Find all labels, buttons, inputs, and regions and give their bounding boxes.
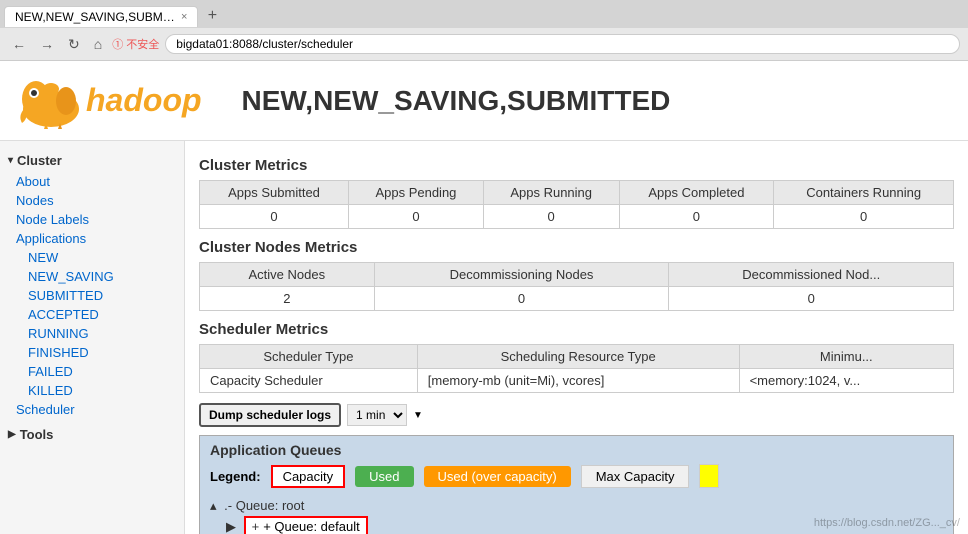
- col-apps-pending: Apps Pending: [349, 181, 484, 205]
- col-decommissioning-nodes: Decommissioning Nodes: [374, 263, 669, 287]
- table-row: 0 0 0 0 0: [200, 205, 954, 229]
- dump-area: Dump scheduler logs 1 min ▼: [199, 403, 954, 427]
- active-tab[interactable]: NEW,NEW_SAVING,SUBMITTI... ×: [4, 6, 198, 27]
- queue-default-arrow-icon[interactable]: ▶: [226, 519, 236, 534]
- queue-root-label: .- Queue: root: [224, 498, 304, 513]
- legend-used-over-capacity: Used (over capacity): [424, 466, 571, 487]
- cluster-section: ▾ Cluster About Nodes Node Labels Applic…: [0, 149, 184, 419]
- main-content: Cluster Metrics Apps Submitted Apps Pend…: [185, 141, 968, 534]
- scheduler-metrics-title: Scheduler Metrics: [199, 321, 954, 338]
- tools-label: Tools: [20, 427, 54, 442]
- legend-yellow-indicator: [699, 464, 719, 488]
- val-scheduler-type: Capacity Scheduler: [200, 369, 418, 393]
- col-apps-completed: Apps Completed: [619, 181, 774, 205]
- val-apps-running: 0: [483, 205, 619, 229]
- sidebar-item-nodes[interactable]: Nodes: [0, 191, 184, 210]
- val-scheduling-resource-type: [memory-mb (unit=Mi), vcores]: [417, 369, 739, 393]
- val-containers-running: 0: [774, 205, 954, 229]
- sidebar-item-new[interactable]: NEW: [0, 248, 184, 267]
- app-queues-title: Application Queues: [210, 442, 943, 458]
- logo-area: hadoop: [16, 71, 202, 131]
- app-header: hadoop NEW,NEW_SAVING,SUBMITTED: [0, 61, 968, 141]
- col-containers-running: Containers Running: [774, 181, 954, 205]
- col-decommissioned-nodes: Decommissioned Nod...: [669, 263, 954, 287]
- sidebar-item-killed[interactable]: KILLED: [0, 381, 184, 400]
- tab-bar: NEW,NEW_SAVING,SUBMITTI... × +: [0, 0, 968, 28]
- val-apps-pending: 0: [349, 205, 484, 229]
- cluster-metrics-table: Apps Submitted Apps Pending Apps Running…: [199, 180, 954, 229]
- dump-dropdown-arrow-icon: ▼: [413, 410, 423, 421]
- sidebar-item-running[interactable]: RUNNING: [0, 324, 184, 343]
- forward-button[interactable]: →: [36, 34, 58, 54]
- logo-text: hadoop: [86, 82, 202, 119]
- cluster-arrow-icon: ▾: [8, 155, 13, 166]
- col-scheduling-resource-type: Scheduling Resource Type: [417, 345, 739, 369]
- header-title: NEW,NEW_SAVING,SUBMITTED: [242, 85, 671, 117]
- content-area: ▾ Cluster About Nodes Node Labels Applic…: [0, 141, 968, 534]
- col-scheduler-type: Scheduler Type: [200, 345, 418, 369]
- val-decommissioned-nodes: 0: [669, 287, 954, 311]
- legend-used: Used: [355, 466, 413, 487]
- sidebar-item-accepted[interactable]: ACCEPTED: [0, 305, 184, 324]
- tools-section-header[interactable]: ▶ Tools: [0, 423, 184, 446]
- tools-section: ▶ Tools: [0, 423, 184, 446]
- tab-title: NEW,NEW_SAVING,SUBMITTI...: [15, 10, 175, 24]
- sidebar-item-applications[interactable]: Applications: [0, 229, 184, 248]
- sidebar-item-new-saving[interactable]: NEW_SAVING: [0, 267, 184, 286]
- queue-default-box: + + Queue: default: [244, 516, 368, 534]
- sidebar-item-node-labels[interactable]: Node Labels: [0, 210, 184, 229]
- val-minimum: <memory:1024, v...: [739, 369, 953, 393]
- queue-root-arrow-icon[interactable]: ▴: [210, 498, 217, 513]
- val-active-nodes: 2: [200, 287, 375, 311]
- cluster-nodes-table: Active Nodes Decommissioning Nodes Decom…: [199, 262, 954, 311]
- tab-close-button[interactable]: ×: [181, 11, 187, 23]
- browser-chrome: NEW,NEW_SAVING,SUBMITTI... × + ← → ↻ ⌂ ①…: [0, 0, 968, 61]
- col-apps-running: Apps Running: [483, 181, 619, 205]
- refresh-button[interactable]: ↻: [64, 34, 84, 55]
- queue-plus-icon: +: [252, 519, 260, 534]
- legend-capacity: Capacity: [271, 465, 346, 488]
- val-apps-submitted: 0: [200, 205, 349, 229]
- dump-scheduler-logs-button[interactable]: Dump scheduler logs: [199, 403, 341, 427]
- col-minimum: Minimu...: [739, 345, 953, 369]
- sidebar: ▾ Cluster About Nodes Node Labels Applic…: [0, 141, 185, 534]
- sidebar-item-finished[interactable]: FINISHED: [0, 343, 184, 362]
- sidebar-item-about[interactable]: About: [0, 172, 184, 191]
- legend-label: Legend:: [210, 469, 261, 484]
- cluster-section-header[interactable]: ▾ Cluster: [0, 149, 184, 172]
- sidebar-item-submitted[interactable]: SUBMITTED: [0, 286, 184, 305]
- address-input[interactable]: [165, 34, 960, 54]
- legend-max-capacity: Max Capacity: [581, 465, 690, 488]
- queue-default-label: + Queue: default: [263, 519, 360, 534]
- back-button[interactable]: ←: [8, 34, 30, 54]
- home-button[interactable]: ⌂: [90, 34, 106, 54]
- sidebar-item-scheduler[interactable]: Scheduler: [0, 400, 184, 419]
- cluster-label: Cluster: [17, 153, 62, 168]
- col-apps-submitted: Apps Submitted: [200, 181, 349, 205]
- tools-arrow-icon: ▶: [8, 429, 16, 440]
- app-container: hadoop NEW,NEW_SAVING,SUBMITTED ▾ Cluste…: [0, 61, 968, 534]
- address-bar: ← → ↻ ⌂ ① 不安全: [0, 28, 968, 60]
- new-tab-button[interactable]: +: [202, 6, 222, 26]
- hadoop-logo-icon: [16, 71, 86, 131]
- cluster-nodes-title: Cluster Nodes Metrics: [199, 239, 954, 256]
- val-decommissioning-nodes: 0: [374, 287, 669, 311]
- table-row: Capacity Scheduler [memory-mb (unit=Mi),…: [200, 369, 954, 393]
- watermark: https://blog.csdn.net/ZG..._cv/: [814, 517, 960, 529]
- sidebar-item-failed[interactable]: FAILED: [0, 362, 184, 381]
- security-badge: ① 不安全: [112, 36, 159, 52]
- legend-row: Legend: Capacity Used Used (over capacit…: [210, 464, 943, 488]
- cluster-metrics-title: Cluster Metrics: [199, 157, 954, 174]
- scheduler-metrics-table: Scheduler Type Scheduling Resource Type …: [199, 344, 954, 393]
- val-apps-completed: 0: [619, 205, 774, 229]
- table-row: 2 0 0: [200, 287, 954, 311]
- dump-interval-select[interactable]: 1 min: [347, 404, 407, 426]
- queue-root-item: ▴ .- Queue: root: [210, 496, 943, 516]
- col-active-nodes: Active Nodes: [200, 263, 375, 287]
